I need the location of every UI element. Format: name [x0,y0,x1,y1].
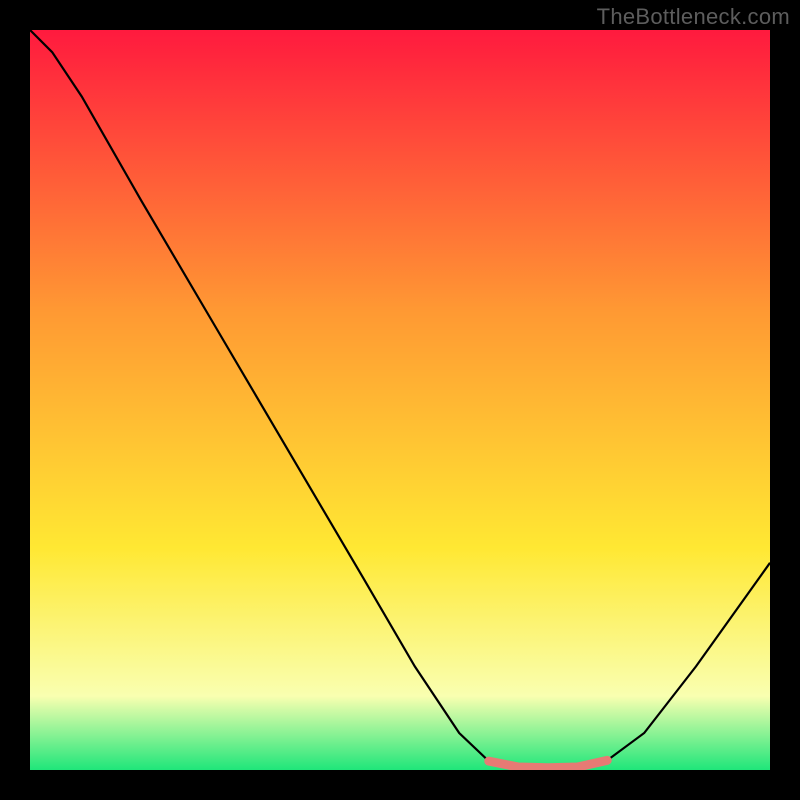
gradient-background [30,30,770,770]
watermark-text: TheBottleneck.com [597,4,790,30]
plot-area [30,30,770,770]
chart-svg [30,30,770,770]
chart-frame: TheBottleneck.com [0,0,800,800]
